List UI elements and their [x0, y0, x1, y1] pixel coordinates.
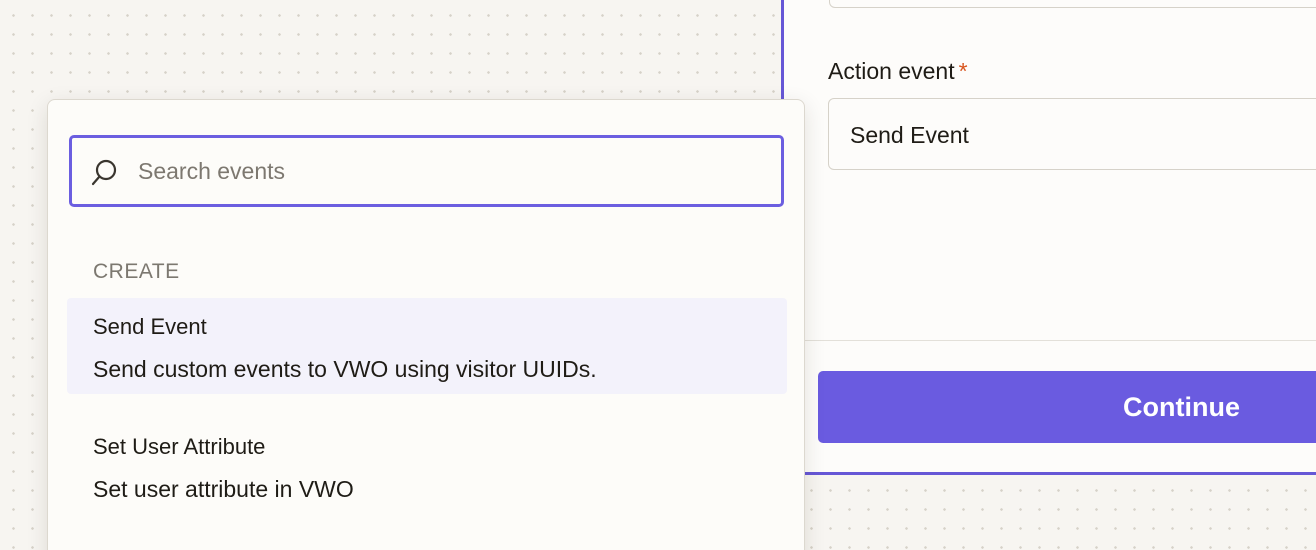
action-event-label: Action event *: [828, 58, 968, 85]
search-events-input[interactable]: Search events: [69, 135, 784, 207]
action-event-select[interactable]: Send Event: [828, 98, 1316, 170]
option-send-event[interactable]: Send Event Send custom events to VWO usi…: [67, 298, 787, 394]
required-marker: *: [958, 58, 968, 84]
event-dropdown: Search events CREATE Send Event Send cus…: [47, 99, 805, 550]
option-description: Set user attribute in VWO: [93, 476, 354, 502]
continue-button[interactable]: Continue: [818, 371, 1316, 443]
group-label-create: CREATE: [93, 260, 180, 283]
step-config-panel: Action event * Send Event Continue: [781, 0, 1316, 475]
search-icon: [91, 159, 117, 186]
search-placeholder: Search events: [138, 158, 286, 184]
option-title: Set User Attribute: [93, 434, 266, 459]
option-title: Send Event: [93, 314, 207, 339]
action-event-value: Send Event: [850, 122, 969, 148]
option-set-user-attribute[interactable]: Set User Attribute Set user attribute in…: [67, 418, 787, 514]
action-event-label-text: Action event: [828, 58, 955, 84]
panel-divider: [784, 340, 1316, 341]
option-description: Send custom events to VWO using visitor …: [93, 356, 597, 382]
previous-field-box[interactable]: [829, 0, 1316, 8]
